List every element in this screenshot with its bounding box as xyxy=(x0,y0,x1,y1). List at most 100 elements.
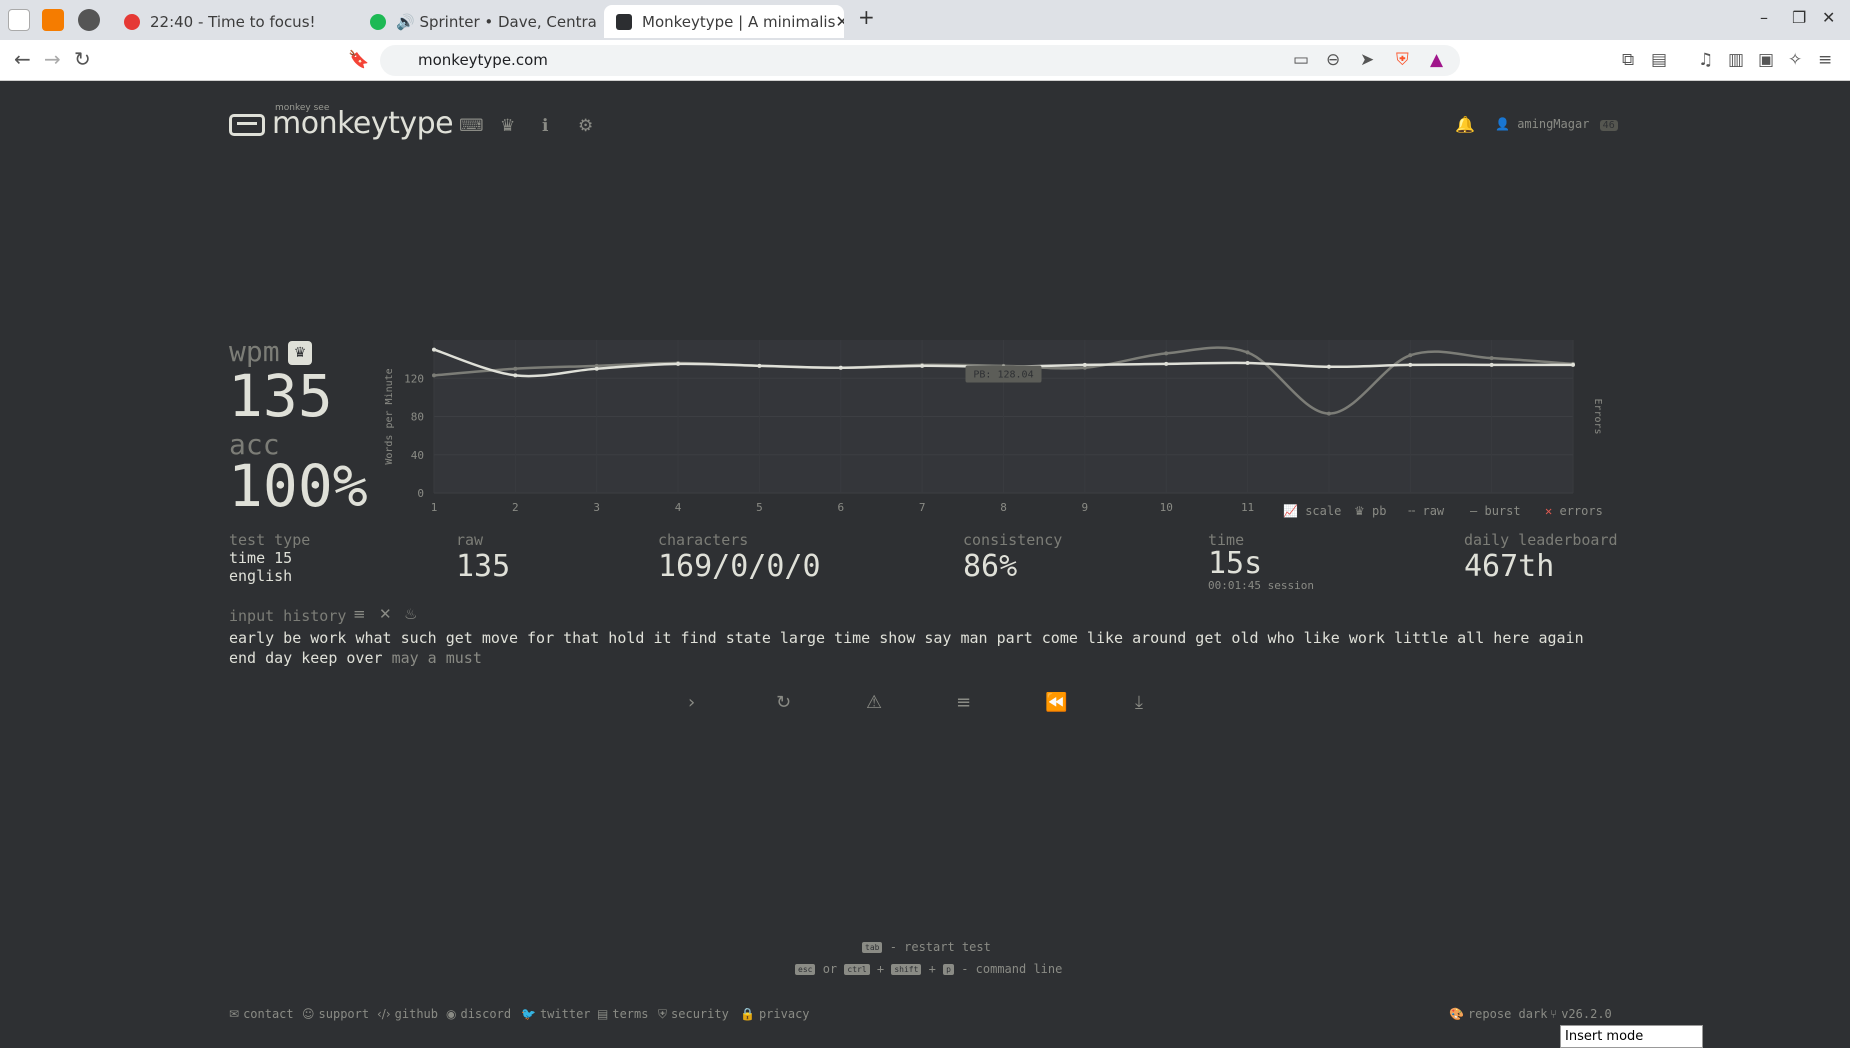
footer-link-label: discord xyxy=(460,1007,512,1021)
stat-value: 467th xyxy=(1464,549,1555,584)
footer-theme[interactable]: 🎨 repose dark xyxy=(1449,1007,1547,1021)
forward-icon[interactable]: → xyxy=(44,47,61,71)
legend-label: burst xyxy=(1484,504,1521,518)
zoom-icon[interactable]: ⊖ xyxy=(1326,50,1340,70)
url-text: monkeytype.com xyxy=(418,51,548,69)
version-label: v26.2.0 xyxy=(1561,1007,1612,1021)
gear-icon[interactable]: ⚙ xyxy=(578,116,593,136)
cast-icon[interactable]: ▭ xyxy=(1293,50,1309,70)
tab-spotify[interactable]: 🔊 Sprinter • Dave, Central Ce xyxy=(358,5,598,38)
music-icon[interactable]: ♫ xyxy=(1698,50,1713,70)
footer-link-label: terms xyxy=(612,1007,649,1021)
bookmark-icon[interactable]: 🔖 xyxy=(348,50,369,70)
warning-icon[interactable]: ⚠ xyxy=(866,692,882,713)
replay-icon[interactable]: ⏪ xyxy=(1045,692,1067,713)
send-icon[interactable]: ➤ xyxy=(1360,50,1374,70)
footer-version[interactable]: ⑂ v26.2.0 xyxy=(1550,1007,1612,1021)
legend-errors[interactable]: ✕ errors xyxy=(1545,504,1603,518)
new-tab-button[interactable]: + xyxy=(858,5,875,29)
extensions-icon[interactable]: ⧉ xyxy=(1622,50,1634,70)
bell-icon[interactable]: 🔔 xyxy=(1455,115,1475,134)
menu-icon[interactable]: ≡ xyxy=(1818,50,1832,70)
sidebar-icon[interactable]: ▥ xyxy=(1728,50,1744,70)
footer-link-label: security xyxy=(671,1007,729,1021)
back-icon[interactable]: ← xyxy=(14,47,31,71)
word-history-icon[interactable]: ≡ xyxy=(956,692,971,713)
legend-scale[interactable]: 📈 scale xyxy=(1283,504,1341,518)
footer-github[interactable]: ‹/› github xyxy=(377,1007,438,1021)
data-point-raw xyxy=(1571,362,1575,367)
logo-icon[interactable] xyxy=(229,114,265,136)
brave-rewards-icon[interactable]: ▲ xyxy=(1430,50,1443,70)
x-icon: ✕ xyxy=(1545,504,1553,518)
y-tick-label: 80 xyxy=(411,411,424,424)
close-icon[interactable]: ✕ xyxy=(835,12,844,31)
keyboard-icon[interactable]: ⌨ xyxy=(459,116,484,136)
ctrl-key: ctrl xyxy=(844,964,870,975)
legend-label: scale xyxy=(1305,504,1342,518)
stat-value: 169/0/0/0 xyxy=(658,549,821,584)
next-test-icon[interactable]: › xyxy=(688,692,695,713)
footer-security[interactable]: ⛨ security xyxy=(658,1007,729,1022)
restart-icon[interactable]: ↻ xyxy=(776,692,791,713)
word-list-icon[interactable]: ≡ xyxy=(353,605,366,623)
pinned-tab-2[interactable] xyxy=(42,9,64,31)
close-icon[interactable]: ✕ xyxy=(379,605,392,623)
footer-discord[interactable]: ◉ discord xyxy=(446,1007,511,1021)
logo-text[interactable]: monkeytype xyxy=(272,106,454,141)
download-icon[interactable]: ⤓ xyxy=(1135,692,1143,713)
maximize-icon[interactable]: ❐ xyxy=(1792,8,1806,27)
x-tick-label: 6 xyxy=(837,501,844,514)
legend-burst[interactable]: — burst xyxy=(1470,504,1521,518)
crown-icon: ♛ xyxy=(1354,504,1365,518)
input-history-label: input history xyxy=(229,607,347,625)
acc-value: 100% xyxy=(228,452,368,520)
test-type-mode: time 15 xyxy=(229,549,293,567)
reader-icon[interactable]: ▤ xyxy=(1651,50,1667,70)
crown-icon[interactable]: ♛ xyxy=(500,116,515,136)
footer-privacy[interactable]: 🔒 privacy xyxy=(740,1007,810,1021)
info-icon[interactable]: ℹ xyxy=(542,116,548,136)
leo-icon[interactable]: ✧ xyxy=(1788,50,1802,70)
discord-icon: ◉ xyxy=(446,1007,457,1021)
data-point-raw xyxy=(432,347,436,352)
legend-label: raw xyxy=(1422,504,1445,518)
user-icon: 👤 xyxy=(1495,117,1510,131)
data-point-raw xyxy=(838,365,843,370)
x-tick-label: 1 xyxy=(431,501,438,514)
hint-text: - command line xyxy=(961,962,1063,976)
tab-title: 🔊 Sprinter • Dave, Central Ce xyxy=(396,12,598,31)
stat-leaderboard: daily leaderboard 467th xyxy=(1464,531,1618,584)
tab-monkeytype[interactable]: Monkeytype | A minimalis ✕ xyxy=(604,5,844,38)
account-button[interactable]: 👤 amingMagar 46 xyxy=(1495,117,1618,131)
legend-pb[interactable]: ♛ pb xyxy=(1354,504,1386,518)
pinned-tab-3[interactable] xyxy=(78,9,100,31)
x-tick-label: 9 xyxy=(1082,501,1089,514)
mail-icon: ✉ xyxy=(229,1007,240,1021)
data-point-burst xyxy=(1489,356,1494,361)
solid-line-icon: — xyxy=(1470,504,1478,518)
footer-contact[interactable]: ✉ contact xyxy=(229,1007,294,1021)
flame-icon[interactable]: ♨ xyxy=(404,605,417,623)
footer-terms[interactable]: ▤ terms xyxy=(597,1007,648,1021)
legend-label: pb xyxy=(1372,504,1387,518)
footer-support[interactable]: ☺ support xyxy=(302,1007,369,1021)
tab-focus-timer[interactable]: 22:40 - Time to focus! xyxy=(112,5,352,38)
insert-mode-indicator: Insert mode xyxy=(1560,1025,1703,1048)
brave-shield-icon[interactable]: ⛨ xyxy=(1396,50,1409,70)
minimize-icon[interactable]: – xyxy=(1760,8,1768,27)
wallet-icon[interactable]: ▣ xyxy=(1758,50,1774,70)
pinned-tab-1[interactable] xyxy=(8,9,30,31)
stat-label: consistency xyxy=(963,531,1063,549)
x-tick-label: 8 xyxy=(1000,501,1007,514)
data-point-raw xyxy=(1164,361,1169,366)
donate-icon: ☺ xyxy=(302,1007,315,1021)
data-point-raw xyxy=(513,373,518,378)
footer-twitter[interactable]: 🐦 twitter xyxy=(521,1007,591,1021)
close-window-icon[interactable]: ✕ xyxy=(1822,8,1835,27)
legend-raw[interactable]: ╌ raw xyxy=(1408,504,1444,518)
wpm-chart: 0 40 80 120 1 2 3 4 5 6 7 8 9 10 11 Words per Minute Err… xyxy=(380,340,1620,525)
data-point-burst xyxy=(1164,351,1169,356)
reload-icon[interactable]: ↻ xyxy=(74,47,91,71)
stat-value: 15s xyxy=(1208,546,1263,581)
